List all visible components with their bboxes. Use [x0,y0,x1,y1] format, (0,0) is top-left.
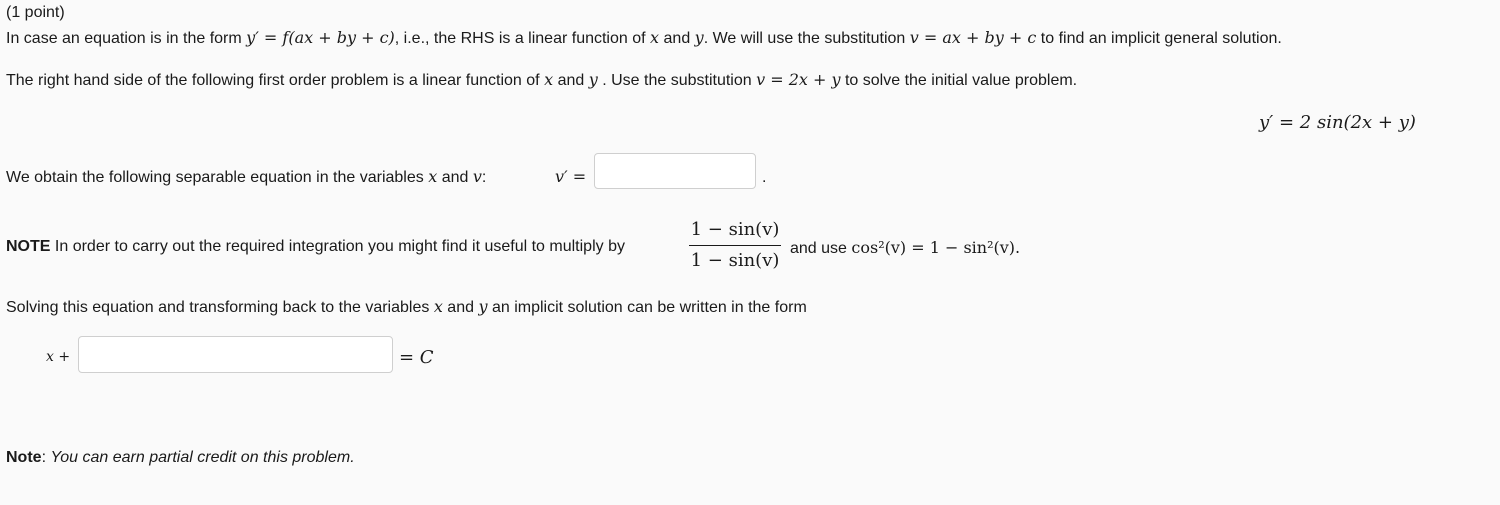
implicit-lhs: x + [46,349,71,365]
intro-text-1: In case an equation is in the form [6,30,242,47]
separable-period: . [762,169,767,186]
problem-text-3: to solve the initial value problem. [844,72,1078,89]
intro-text-and: and [663,30,691,47]
implicit-var-x: x [433,297,443,316]
problem-var-y: y [588,70,598,89]
intro-text-2: , i.e., the RHS is a linear function of [394,30,646,47]
implicit-var-y: y [478,297,488,316]
footer-note-text: You can earn partial credit on this prob… [50,449,355,466]
separable-colon: : [481,169,487,186]
note-label: NOTE [6,238,51,255]
separable-lhs: v′ = [555,167,587,186]
points-label: (1 point) [6,4,65,21]
problem-formula-substitution: v = 2x + y [756,70,841,89]
problem-equation: y′ = 2 sin(2x + y) [1259,112,1416,133]
problem-paragraph: The right hand side of the following fir… [6,70,1077,90]
implicit-text-2: an implicit solution can be written in t… [491,299,807,316]
intro-var-y: y [694,28,704,47]
note-text-2: and use [790,240,847,257]
intro-var-x: x [650,28,660,47]
intro-text-4: to find an implicit general solution. [1040,30,1282,47]
note-fraction-denominator: 1 − sin(v) [690,250,780,271]
intro-text-3: . We will use the substitution [703,30,906,47]
intro-paragraph: In case an equation is in the form y′ = … [6,28,1282,48]
separable-var-x: x [428,167,438,186]
separable-var-v: v [472,167,482,186]
separable-paragraph: We obtain the following separable equati… [6,167,486,187]
note-identity: cos²(v) = 1 − sin²(v). [851,238,1021,257]
problem-text-and: and [557,72,585,89]
note-identity-line: and use cos²(v) = 1 − sin²(v). [790,238,1020,258]
footer-note-label: Note [6,449,42,466]
problem-text-1: The right hand side of the following fir… [6,72,540,89]
intro-formula-general: y′ = f(ax + by + c) [246,28,395,47]
note-text-1: In order to carry out the required integ… [54,238,625,255]
note-fraction-numerator: 1 − sin(v) [690,219,780,240]
separable-answer-input[interactable] [594,153,756,189]
intro-formula-substitution: v = ax + by + c [909,28,1037,47]
implicit-text-and: and [447,299,474,316]
implicit-answer-input[interactable] [78,336,393,373]
implicit-text-1: Solving this equation and transforming b… [6,299,430,316]
implicit-paragraph: Solving this equation and transforming b… [6,297,807,317]
note-fraction-bar [689,245,781,246]
separable-text-1: We obtain the following separable equati… [6,169,424,186]
problem-text-2: . Use the substitution [602,72,752,89]
note-paragraph: NOTE In order to carry out the required … [6,238,625,256]
separable-text-and: and [441,169,469,186]
footer-note-colon: : [41,449,47,466]
problem-var-x: x [544,70,554,89]
partial-credit-note: Note: You can earn partial credit on thi… [6,449,355,467]
implicit-rhs: = C [399,347,434,368]
